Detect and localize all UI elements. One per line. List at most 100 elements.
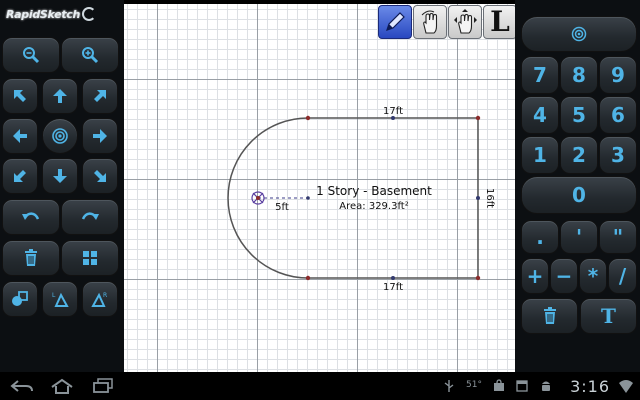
pan-down-right-button[interactable] <box>82 158 118 194</box>
room-title: 1 Story - Basement <box>316 184 432 198</box>
pen-tool-button[interactable] <box>378 5 412 39</box>
key-6[interactable]: 6 <box>599 96 637 134</box>
shapes-icon <box>12 291 28 306</box>
shape-tool-button[interactable] <box>2 281 38 317</box>
room-area: Area: 329.3ft² <box>339 201 408 212</box>
locate-button[interactable] <box>521 16 637 52</box>
angle-right-icon: R <box>91 292 107 307</box>
vertex-bottom-left <box>305 275 311 281</box>
left-control-panel: RapidSketch L R <box>0 0 124 372</box>
key-8[interactable]: 8 <box>560 56 598 94</box>
app-logo-text: RapidSketch <box>6 7 81 21</box>
arrow-down-icon <box>53 169 67 183</box>
pan-down-button[interactable] <box>42 158 78 194</box>
arrow-up-right-icon <box>94 90 106 102</box>
midpoint-bottom <box>391 276 395 280</box>
key-inches[interactable]: " <box>599 220 637 254</box>
zoom-out-button[interactable] <box>2 37 60 73</box>
calendar-icon <box>516 380 528 392</box>
vertex-top-left <box>305 115 311 121</box>
zoom-in-button[interactable] <box>61 37 119 73</box>
sketch-layer: 17ft 17ft 16ft 5ft 1 Story - Basement Ar… <box>227 106 495 293</box>
trash-icon <box>543 307 556 324</box>
cursor-marker <box>251 191 265 205</box>
tool-selector: L <box>378 5 517 41</box>
touch-hand-icon <box>421 10 438 34</box>
delete-button[interactable] <box>2 240 60 276</box>
bag-icon <box>494 379 504 391</box>
midpoint-right <box>476 196 480 200</box>
arc-center <box>306 196 310 200</box>
key-0[interactable]: 0 <box>521 176 637 214</box>
key-5[interactable]: 5 <box>560 96 598 134</box>
undo-icon <box>22 212 40 220</box>
pan-up-button[interactable] <box>42 78 78 114</box>
pan-right-button[interactable] <box>82 118 118 154</box>
undo-button[interactable] <box>2 199 60 235</box>
home-icon[interactable] <box>50 377 74 395</box>
usb-icon <box>444 380 454 392</box>
arrow-down-left-icon <box>14 170 26 182</box>
pan-up-right-button[interactable] <box>82 78 118 114</box>
key-4[interactable]: 4 <box>521 96 559 134</box>
temperature-label: 51° <box>466 380 482 390</box>
key-7[interactable]: 7 <box>521 56 559 94</box>
key-decimal[interactable]: . <box>521 220 559 254</box>
arrow-left-icon <box>13 129 27 143</box>
keypad-delete-button[interactable] <box>521 298 578 334</box>
target-icon <box>52 128 68 144</box>
drag-hand-icon <box>454 9 477 34</box>
key-feet[interactable]: ' <box>560 220 598 254</box>
pan-left-button[interactable] <box>2 118 38 154</box>
app-logo: RapidSketch <box>6 3 118 25</box>
key-9[interactable]: 9 <box>599 56 637 94</box>
top-dimension-label: 17ft <box>383 106 403 117</box>
wifi-icon <box>619 380 633 393</box>
pan-up-left-button[interactable] <box>2 78 38 114</box>
keypad-panel: 7 8 9 4 5 6 1 2 3 0 . ' " + − * / T <box>515 0 640 372</box>
svg-text:L: L <box>52 292 56 299</box>
pan-tool-button[interactable] <box>413 5 447 39</box>
arrow-right-icon <box>93 129 107 143</box>
right-dimension-label: 16ft <box>484 188 495 208</box>
bottom-dimension-label: 17ft <box>383 282 403 293</box>
arrow-down-right-icon <box>94 170 106 182</box>
drawing-canvas[interactable]: 17ft 17ft 16ft 5ft 1 Story - Basement Ar… <box>124 4 515 372</box>
vertex-bottom-right <box>475 275 481 281</box>
key-plus[interactable]: + <box>521 258 549 294</box>
key-3[interactable]: 3 <box>599 136 637 174</box>
angle-left-button[interactable]: L <box>42 281 78 317</box>
redo-icon <box>81 212 99 220</box>
move-tool-button[interactable] <box>448 5 482 39</box>
radius-dimension-label: 5ft <box>275 202 289 213</box>
grid-button[interactable] <box>61 240 119 276</box>
zoom-out-icon <box>23 47 40 64</box>
line-tool-button[interactable]: L <box>483 5 517 39</box>
angle-left-icon: L <box>52 292 69 307</box>
center-view-button[interactable] <box>42 118 78 154</box>
arrow-up-left-icon <box>14 90 26 102</box>
zoom-in-icon <box>82 47 99 64</box>
key-1[interactable]: 1 <box>521 136 559 174</box>
pen-icon <box>386 12 405 31</box>
android-icon <box>542 381 550 391</box>
line-tool-label: L <box>490 5 510 38</box>
angle-right-button[interactable]: R <box>82 281 118 317</box>
system-navigation-bar: 51° 3:16 <box>0 372 640 400</box>
target-icon <box>571 26 587 42</box>
redo-button[interactable] <box>61 199 119 235</box>
key-divide[interactable]: / <box>608 258 637 294</box>
text-tool-button[interactable]: T <box>580 298 637 334</box>
pan-down-left-button[interactable] <box>2 158 38 194</box>
key-minus[interactable]: − <box>550 258 578 294</box>
vertex-top-right <box>475 115 481 121</box>
svg-text:R: R <box>103 292 107 299</box>
back-icon[interactable] <box>10 378 34 394</box>
key-2[interactable]: 2 <box>560 136 598 174</box>
logo-swirl-icon <box>82 7 97 21</box>
arrow-up-icon <box>53 89 67 103</box>
trash-icon <box>25 249 37 266</box>
key-multiply[interactable]: * <box>579 258 607 294</box>
status-clock: 3:16 <box>570 377 610 396</box>
recent-apps-icon[interactable] <box>92 378 114 394</box>
